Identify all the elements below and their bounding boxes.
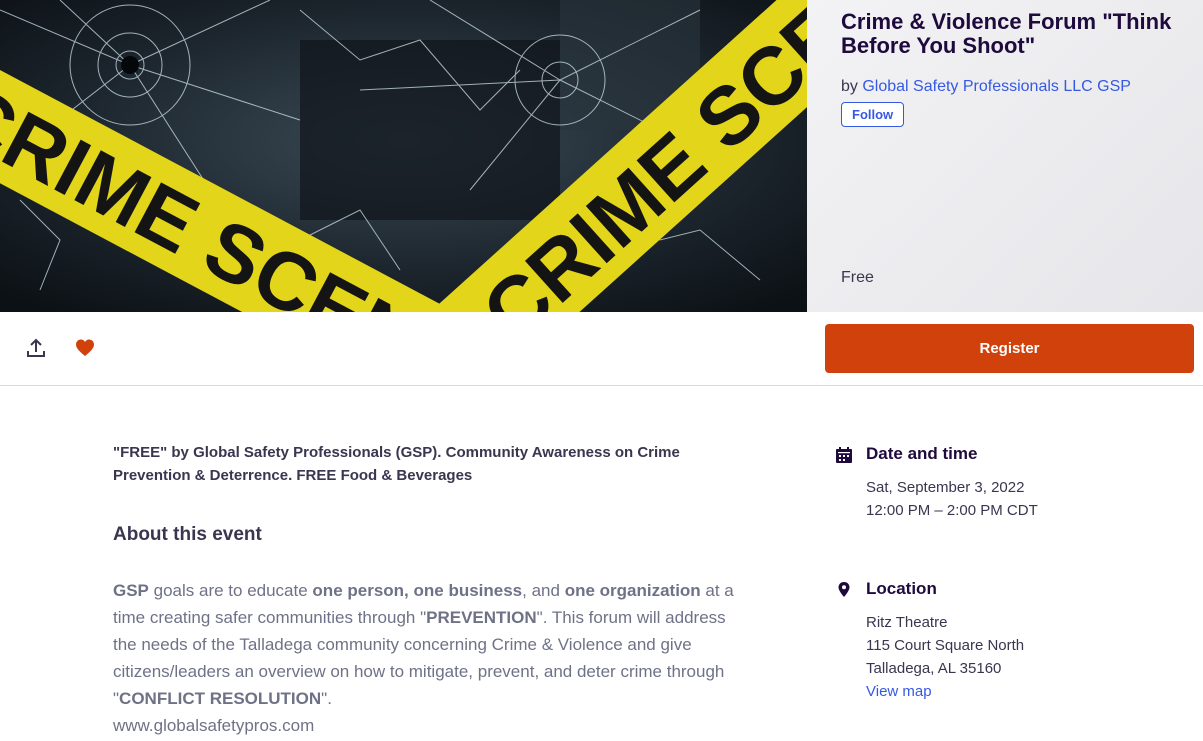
desc-text: ".: [321, 689, 332, 708]
event-time: 12:00 PM – 2:00 PM CDT: [866, 502, 1038, 519]
desc-bold: one person, one business: [312, 581, 523, 600]
desc-text: goals are to educate: [148, 581, 313, 600]
action-bar: Register: [0, 312, 1203, 386]
venue-street: 115 Court Square North: [866, 637, 1025, 654]
organizer-prefix: by: [841, 78, 858, 95]
event-info-panel: Crime & Violence Forum "Think Before You…: [807, 0, 1203, 312]
desc-bold-gsp: GSP: [113, 581, 149, 600]
organizer-link[interactable]: Global Safety Professionals LLC GSP: [862, 78, 1131, 95]
date-time-heading: Date and time: [866, 444, 978, 463]
about-heading: About this event: [113, 524, 262, 545]
hero-image: CRIME SCENE CRIME SCENE: [0, 0, 807, 312]
heart-icon[interactable]: [75, 338, 95, 358]
follow-button[interactable]: Follow: [841, 102, 905, 127]
view-map-link[interactable]: View map: [866, 680, 932, 703]
desc-bold: PREVENTION: [426, 608, 537, 627]
location-section: Location Ritz Theatre 115 Court Square N…: [835, 579, 1175, 709]
register-button[interactable]: Register: [825, 324, 1194, 373]
calendar-icon: [835, 446, 853, 464]
date-time-section: Date and time Sat, September 3, 2022 12:…: [835, 444, 1175, 534]
organizer-line: by Global Safety Professionals LLC GSP: [841, 78, 1203, 96]
map-pin-icon: [835, 581, 853, 599]
event-hero: CRIME SCENE CRIME SCENE Crime & Violence…: [0, 0, 1203, 312]
ticket-price: Free: [841, 269, 874, 286]
desc-text: , and: [522, 581, 565, 600]
event-summary: "FREE" by Global Safety Professionals (G…: [113, 444, 680, 484]
share-icon[interactable]: [25, 337, 47, 359]
desc-bold: one organization: [564, 581, 701, 600]
event-date: Sat, September 3, 2022: [866, 479, 1025, 496]
event-title: Crime & Violence Forum "Think Before You…: [841, 9, 1172, 58]
organizer-website: www.globalsafetypros.com: [113, 716, 315, 735]
desc-bold: CONFLICT RESOLUTION: [119, 689, 322, 708]
venue-city: Talladega, AL 35160: [866, 660, 1002, 677]
location-heading: Location: [866, 579, 937, 598]
event-description: GSP goals are to educate one person, one…: [113, 577, 753, 739]
venue-name: Ritz Theatre: [866, 614, 948, 631]
